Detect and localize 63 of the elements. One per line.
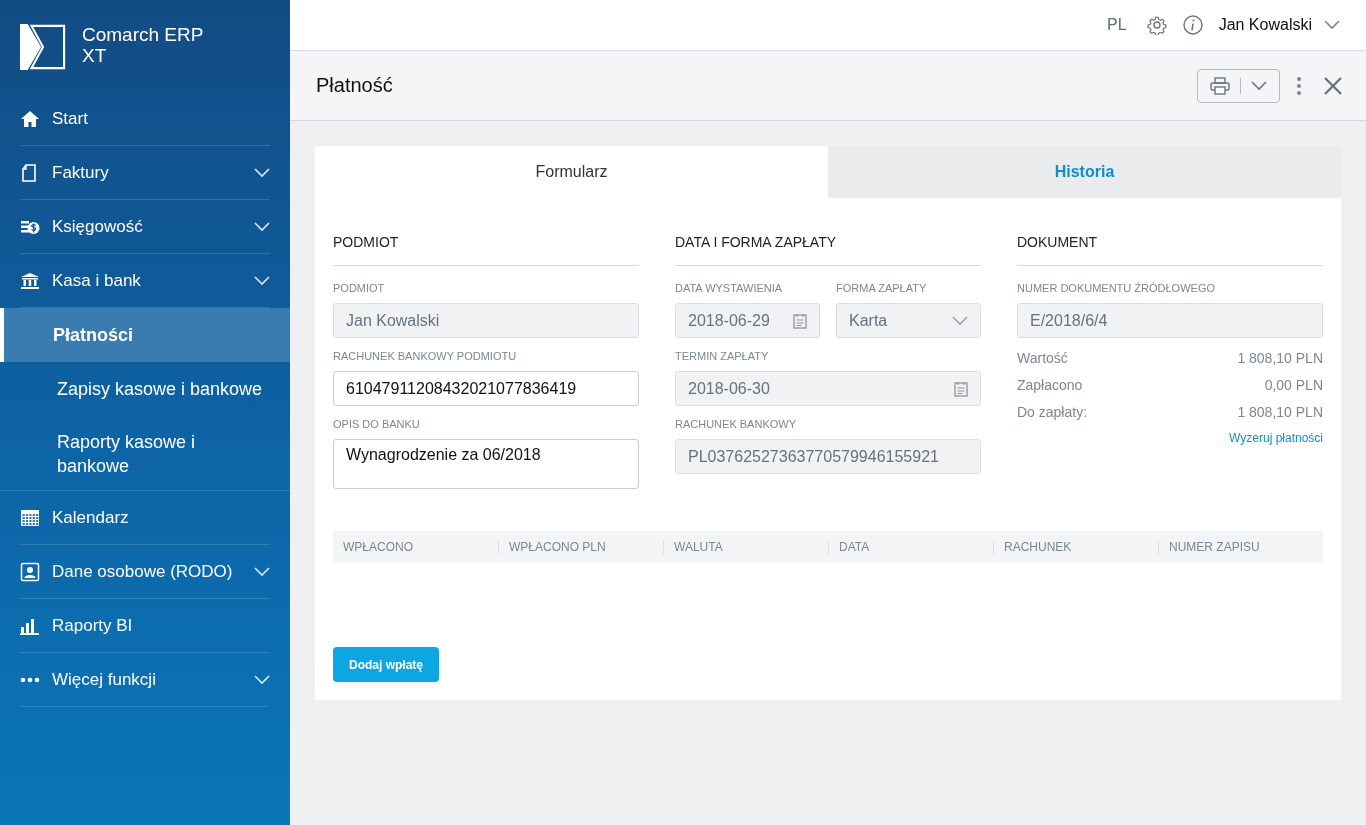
chevron-down-icon xyxy=(952,315,968,326)
close-icon[interactable] xyxy=(1324,76,1342,95)
nav-item[interactable]: Księgowość xyxy=(20,200,270,254)
column-header: WPŁACONO xyxy=(342,540,414,554)
chevron-down-icon xyxy=(254,674,270,685)
reset-payments-link[interactable]: Wyzeruj płatności xyxy=(1229,431,1323,445)
nav-subitem[interactable]: Zapisy kasowe i bankowe xyxy=(0,362,290,416)
field-label: OPIS DO BANKU xyxy=(333,418,421,430)
app-name: Comarch ERP XT xyxy=(82,24,204,66)
section-title: PODMIOT xyxy=(333,216,639,266)
field-label: FORMA ZAPŁATY xyxy=(836,282,928,294)
column-header: NUMER ZAPISU xyxy=(1158,540,1323,554)
field-label: DATA WYSTAWIENIA xyxy=(675,282,784,294)
section-title: DATA I FORMA ZAPŁATY xyxy=(675,216,981,266)
summary-label: Do zapłaty: xyxy=(1017,404,1088,420)
chevron-down-icon xyxy=(254,566,270,577)
home-icon xyxy=(20,109,40,128)
nav-subitem[interactable]: Raporty kasowe i bankowe xyxy=(0,416,290,490)
calendar-icon xyxy=(20,508,40,527)
column-header: WPŁACONO PLN xyxy=(498,540,663,554)
printer-icon xyxy=(1210,76,1230,95)
column-header: RACHUNEK xyxy=(993,540,1158,554)
info-icon[interactable] xyxy=(1182,15,1203,35)
settings-icon[interactable] xyxy=(1146,15,1167,35)
nav-item[interactable]: Raporty BI xyxy=(20,599,270,653)
field-label: NUMER DOKUMENTU ŹRÓDŁOWEGO xyxy=(1017,282,1216,294)
summary-label: Wartość xyxy=(1017,350,1068,366)
field-label: RACHUNEK BANKOWY PODMIOTU xyxy=(333,350,518,362)
nav-item[interactable]: Więcej funkcji xyxy=(20,653,270,707)
field-label: TERMIN ZAPŁATY xyxy=(675,350,770,362)
section-title: DOKUMENT xyxy=(1017,216,1323,266)
more-menu-icon[interactable] xyxy=(1296,75,1302,96)
chevron-down-icon xyxy=(1251,80,1267,91)
summary-value: 1 808,10 PLN xyxy=(1237,350,1323,366)
chevron-down-icon xyxy=(254,221,270,232)
page-title: Płatność xyxy=(316,74,394,97)
logo-icon xyxy=(20,24,66,70)
tab[interactable]: Formularz xyxy=(315,146,828,198)
language-selector[interactable]: PL xyxy=(1107,16,1127,34)
tab[interactable]: Historia xyxy=(828,146,1341,198)
nav-item[interactable]: Start xyxy=(20,92,270,146)
field-label: RACHUNEK BANKOWY xyxy=(675,418,798,430)
summary-value: 0,00 PLN xyxy=(1264,377,1323,393)
nav-item[interactable]: Faktury xyxy=(20,146,270,200)
summary-value: 1 808,10 PLN xyxy=(1237,404,1323,420)
nav-item[interactable]: Dane osobowe (RODO) xyxy=(20,545,270,599)
user-menu[interactable]: Jan Kowalski xyxy=(1218,16,1340,34)
more-dots-icon xyxy=(20,676,40,683)
print-button[interactable] xyxy=(1197,68,1280,103)
input-field[interactable]: 61047911208432021077836419 xyxy=(333,371,639,406)
bank-icon xyxy=(20,271,40,290)
chevron-down-icon xyxy=(254,167,270,178)
chevron-down-icon xyxy=(1324,20,1340,30)
person-card-icon xyxy=(20,561,40,582)
nav-subitem[interactable]: Płatności xyxy=(0,308,290,362)
bar-chart-icon xyxy=(20,616,40,635)
column-header: WALUTA xyxy=(663,540,828,554)
nav-item[interactable]: Kalendarz xyxy=(20,491,270,545)
input-field[interactable]: Wynagrodzenie za 06/2018 xyxy=(333,439,639,489)
chevron-down-icon xyxy=(254,275,270,286)
column-header: DATA xyxy=(828,540,993,554)
field-label: PODMIOT xyxy=(333,282,386,294)
summary-label: Zapłacono xyxy=(1017,377,1083,393)
